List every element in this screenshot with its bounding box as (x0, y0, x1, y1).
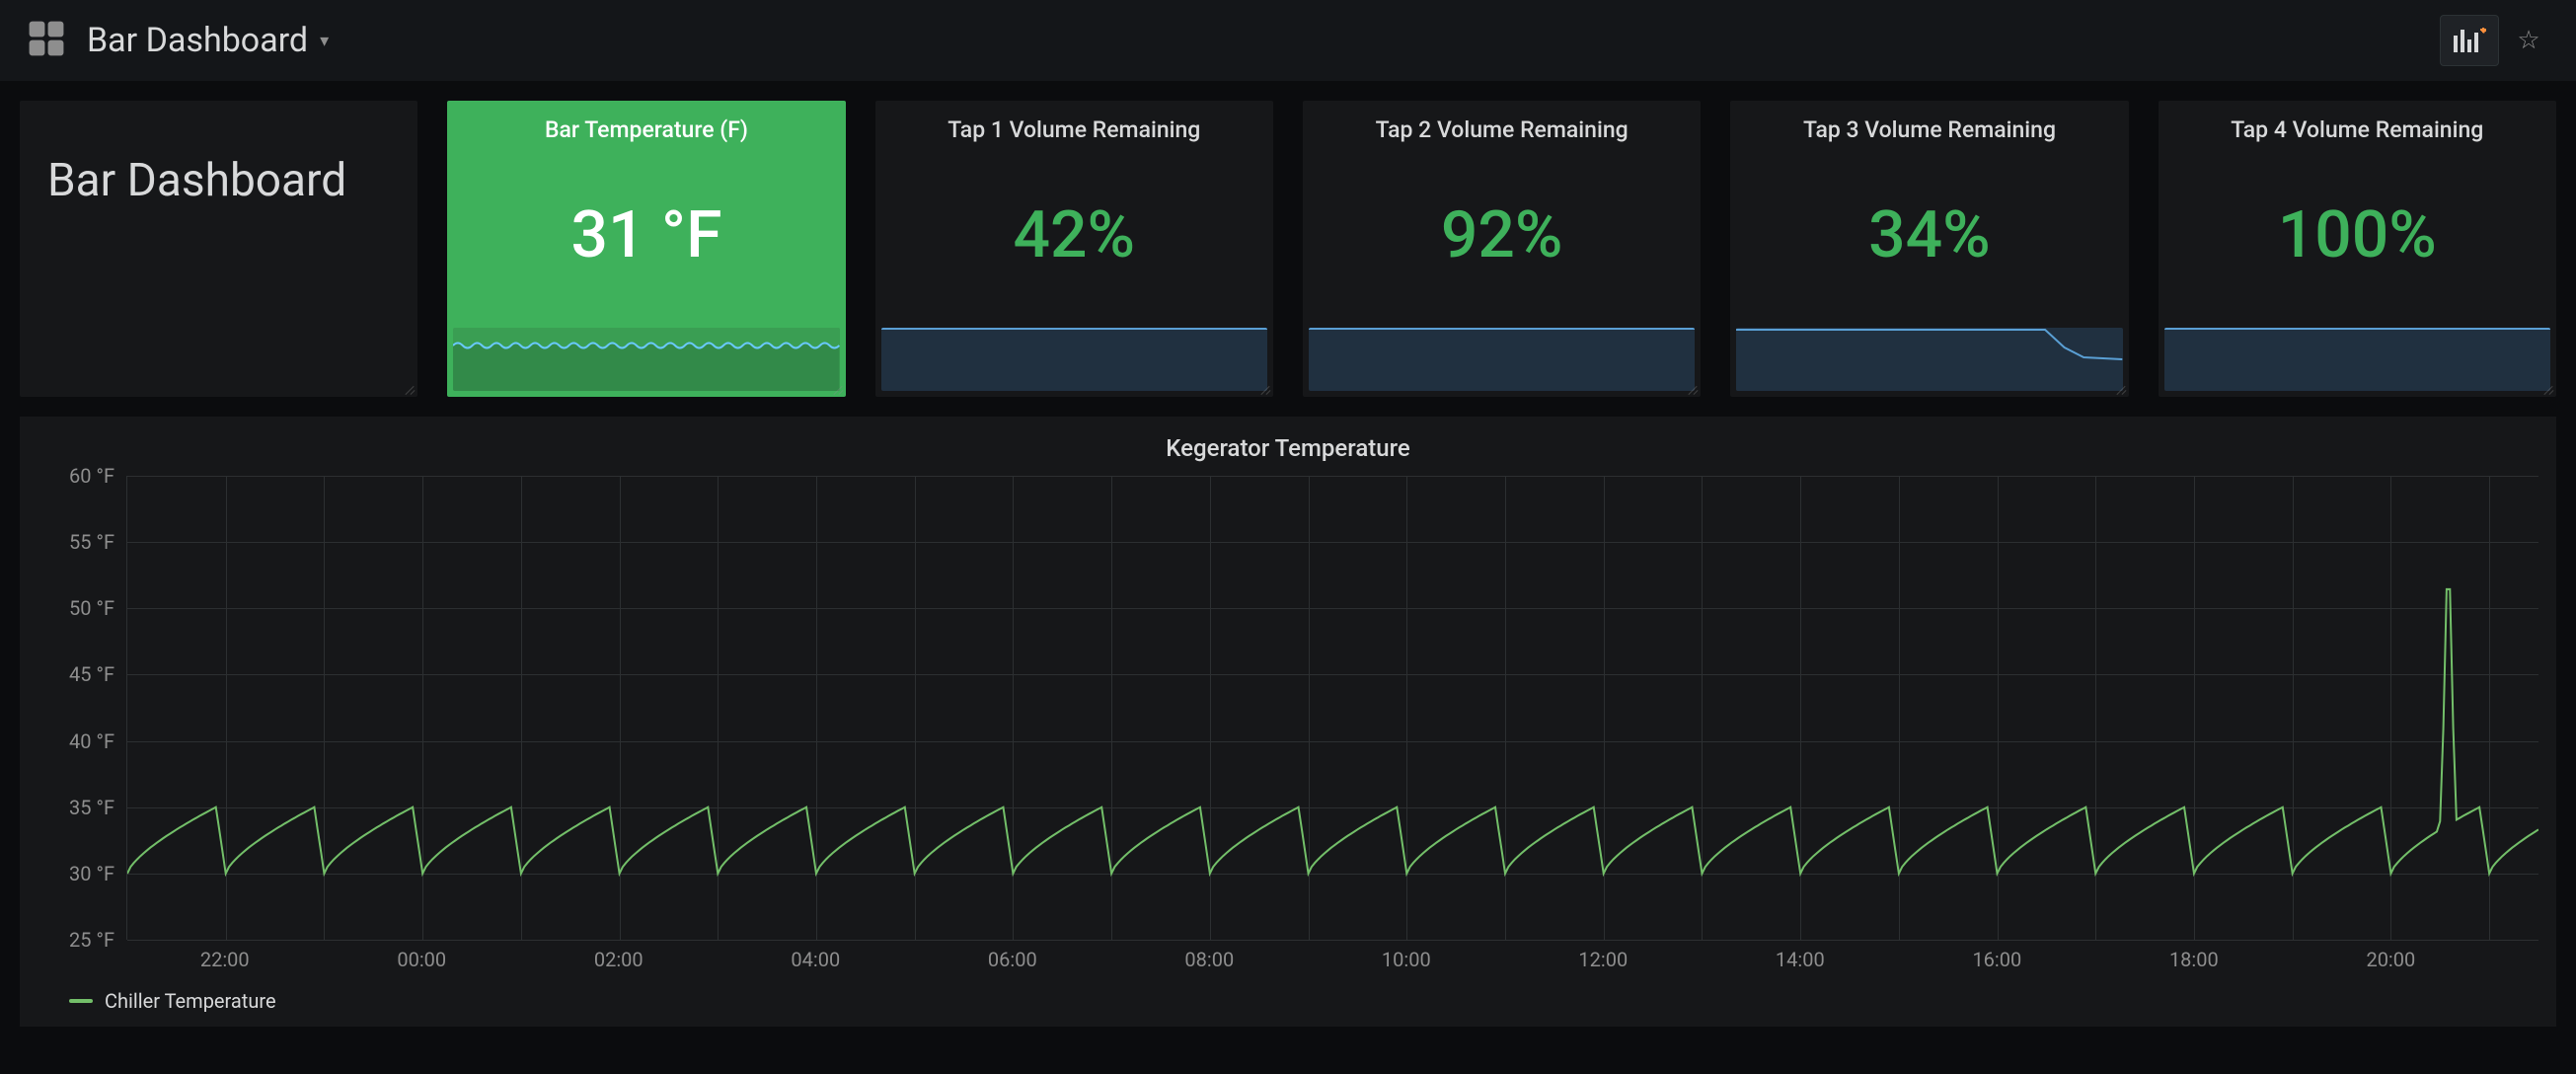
resize-handle-icon[interactable] (2540, 381, 2554, 395)
stat-value: 31 °F (447, 143, 845, 328)
dashboard-grid-icon[interactable] (28, 20, 65, 61)
chevron-down-icon: ▾ (320, 31, 329, 51)
legend-label: Chiller Temperature (105, 989, 276, 1013)
legend-color-swatch (69, 999, 93, 1003)
add-panel-button[interactable] (2440, 15, 2499, 66)
kegerator-temperature-panel[interactable]: Kegerator Temperature 60 °F55 °F50 °F45 … (20, 417, 2556, 1027)
panel-title: Tap 1 Volume Remaining (875, 101, 1273, 143)
panel-title: Bar Temperature (F) (447, 101, 845, 143)
star-dashboard-button[interactable]: ☆ (2509, 15, 2548, 66)
bar-temperature-panel[interactable]: Bar Temperature (F) 31 °F (447, 101, 845, 397)
plot-area (126, 476, 2538, 940)
header-left: Bar Dashboard ▾ (28, 20, 329, 61)
dashboard-title-dropdown[interactable]: Bar Dashboard ▾ (87, 21, 329, 60)
panel-grid: Bar Dashboard Bar Temperature (F) 31 °F … (0, 81, 2576, 1027)
chart-legend[interactable]: Chiller Temperature (69, 979, 2538, 1013)
resize-handle-icon[interactable] (830, 381, 844, 395)
resize-handle-icon[interactable] (1257, 381, 1271, 395)
dashboard-title-text: Bar Dashboard (87, 21, 308, 60)
y-axis: 60 °F55 °F50 °F45 °F40 °F35 °F30 °F25 °F (38, 476, 126, 940)
stat-value: 92% (1303, 143, 1701, 328)
x-axis: 22:0000:0002:0004:0006:0008:0010:0012:00… (126, 940, 2538, 979)
top-bar: Bar Dashboard ▾ ☆ (0, 0, 2576, 81)
stat-row: Bar Dashboard Bar Temperature (F) 31 °F … (20, 101, 2556, 397)
sparkline (881, 328, 1267, 391)
panel-title: Tap 2 Volume Remaining (1303, 101, 1701, 143)
tap-2-panel[interactable]: Tap 2 Volume Remaining 92% (1303, 101, 1701, 397)
sparkline (1736, 328, 2122, 391)
sparkline (2164, 328, 2550, 391)
star-icon: ☆ (2517, 26, 2539, 55)
resize-handle-icon[interactable] (1685, 381, 1699, 395)
sparkline (453, 328, 839, 391)
tap-3-panel[interactable]: Tap 3 Volume Remaining 34% (1730, 101, 2128, 397)
resize-handle-icon[interactable] (402, 381, 416, 395)
stat-value: 100% (2159, 143, 2556, 328)
stat-value: 42% (875, 143, 1273, 328)
tap-1-panel[interactable]: Tap 1 Volume Remaining 42% (875, 101, 1273, 397)
chart-title: Kegerator Temperature (38, 426, 2538, 476)
resize-handle-icon[interactable] (2113, 381, 2127, 395)
panel-title: Tap 4 Volume Remaining (2159, 101, 2556, 143)
chart-body: 60 °F55 °F50 °F45 °F40 °F35 °F30 °F25 °F (38, 476, 2538, 940)
title-panel[interactable]: Bar Dashboard (20, 101, 417, 397)
stat-value: 34% (1730, 143, 2128, 328)
chart-line (127, 476, 2538, 940)
tap-4-panel[interactable]: Tap 4 Volume Remaining 100% (2159, 101, 2556, 397)
header-right: ☆ (2440, 15, 2548, 66)
title-panel-text: Bar Dashboard (20, 101, 417, 207)
panel-title: Tap 3 Volume Remaining (1730, 101, 2128, 143)
sparkline (1309, 328, 1695, 391)
